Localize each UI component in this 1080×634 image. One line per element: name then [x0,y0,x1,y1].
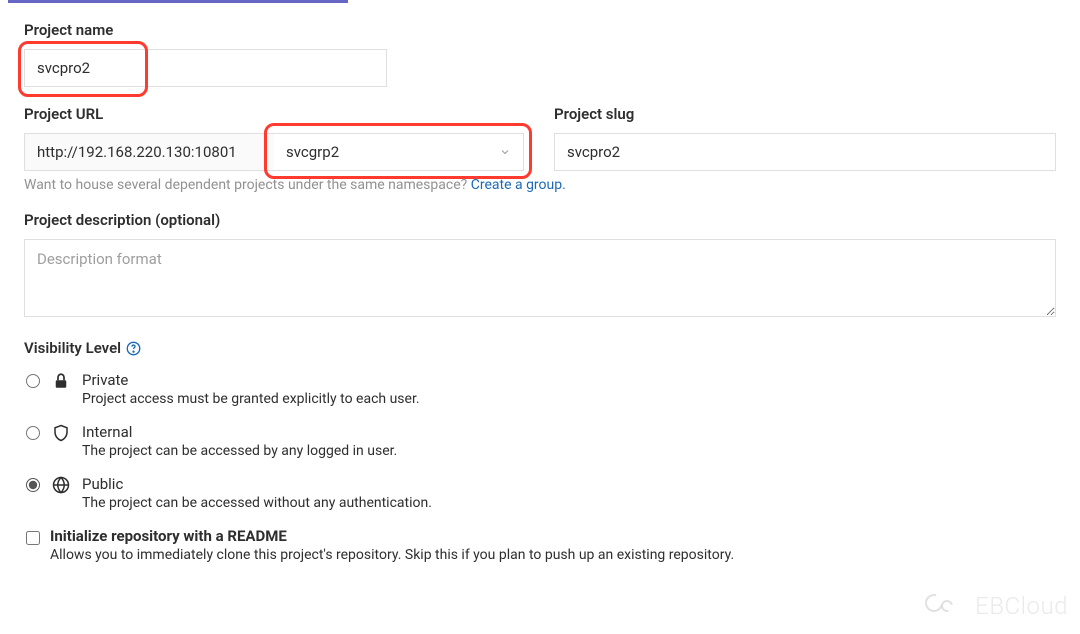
watermark-text: EBCloud [975,592,1068,620]
visibility-public-desc: The project can be accessed without any … [82,495,432,511]
readme-text: Initialize repository with a README Allo… [50,527,734,563]
visibility-public-title: Public [82,475,432,493]
project-url-col: Project URL http://192.168.220.130:10801… [24,105,524,171]
visibility-private-title: Private [82,371,420,389]
visibility-private-text: Private Project access must be granted e… [82,371,420,407]
visibility-option-private[interactable]: Private Project access must be granted e… [24,371,1056,407]
visibility-radio-private[interactable] [26,374,40,388]
project-name-label: Project name [24,21,1056,39]
visibility-radio-internal[interactable] [26,426,40,440]
visibility-section: Visibility Level Private Project access … [24,339,1056,563]
project-name-input-wrap [24,49,387,87]
project-name-input[interactable] [24,49,387,87]
visibility-internal-desc: The project can be accessed by any logge… [82,443,397,459]
visibility-internal-text: Internal The project can be accessed by … [82,423,397,459]
visibility-label: Visibility Level [24,339,1056,357]
project-url-label: Project URL [24,105,524,123]
help-icon[interactable] [126,341,141,356]
lock-icon [52,372,70,390]
new-project-form: Project name Project URL http://192.168.… [0,3,1080,573]
project-namespace-select[interactable]: svcgrp2 [274,133,524,171]
project-namespace-value: svcgrp2 [286,143,339,161]
readme-desc: Allows you to immediately clone this pro… [50,547,734,563]
watermark: EBCloud [925,592,1068,620]
namespace-hint: Want to house several dependent projects… [24,177,1056,193]
project-slug-input[interactable] [554,133,1056,171]
project-slug-label: Project slug [554,105,1056,123]
project-description-row: Project description (optional) [24,211,1056,321]
project-description-input[interactable] [24,239,1056,317]
project-name-row: Project name [24,21,1056,87]
visibility-private-desc: Project access must be granted explicitl… [82,391,420,407]
project-url-prefix: http://192.168.220.130:10801 [24,133,274,171]
chevron-down-icon [499,146,511,158]
readme-label: Initialize repository with a README [50,527,734,545]
visibility-option-internal[interactable]: Internal The project can be accessed by … [24,423,1056,459]
visibility-public-text: Public The project can be accessed witho… [82,475,432,511]
readme-row[interactable]: Initialize repository with a README Allo… [24,527,1056,563]
project-slug-col: Project slug [554,105,1056,171]
namespace-hint-text: Want to house several dependent projects… [24,177,471,193]
wechat-icon [925,592,965,620]
visibility-option-public[interactable]: Public The project can be accessed witho… [24,475,1056,511]
project-url-row: Project URL http://192.168.220.130:10801… [24,105,1056,171]
globe-icon [52,476,70,494]
create-group-link[interactable]: Create a group. [471,177,566,193]
readme-checkbox[interactable] [26,531,40,545]
project-url-group: http://192.168.220.130:10801 svcgrp2 [24,133,524,171]
visibility-label-text: Visibility Level [24,339,121,357]
visibility-internal-title: Internal [82,423,397,441]
visibility-radio-public[interactable] [26,478,40,492]
shield-icon [52,424,70,442]
project-description-label: Project description (optional) [24,211,1056,229]
